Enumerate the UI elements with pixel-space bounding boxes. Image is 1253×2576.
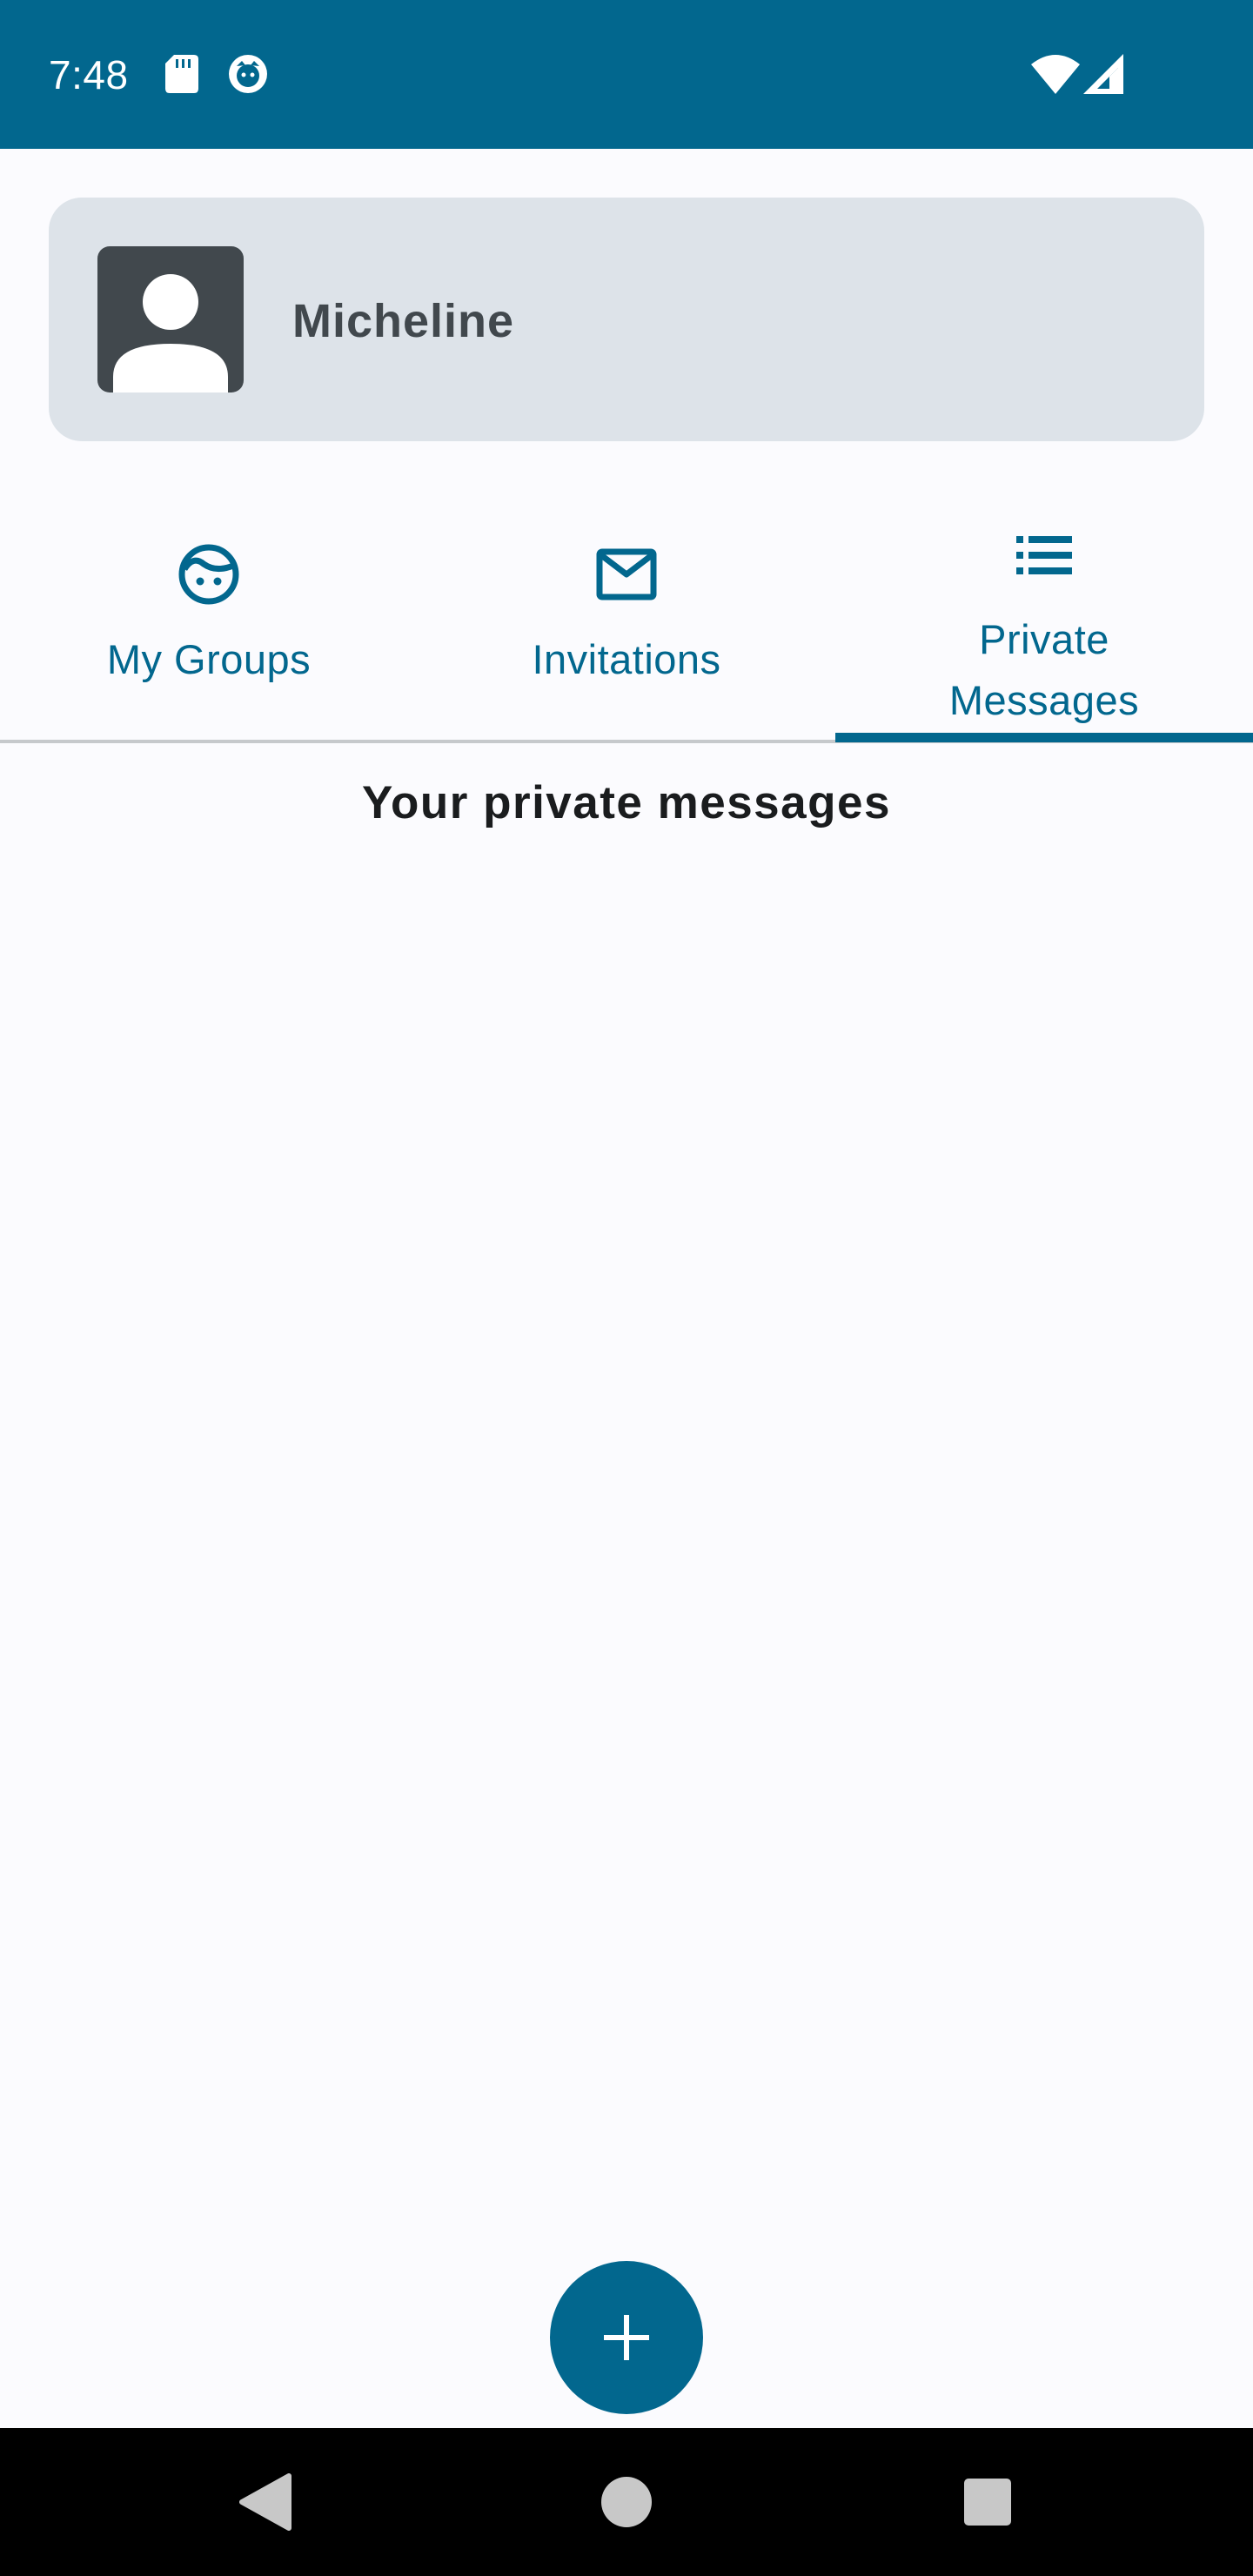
face-icon <box>178 544 239 605</box>
profile-card[interactable]: Micheline <box>49 198 1204 441</box>
signal-icon <box>1083 54 1123 94</box>
page-title: Your private messages <box>362 777 891 828</box>
tab-bar: My Groups Invitations Private Messages <box>0 505 1253 743</box>
home-icon[interactable] <box>600 2476 653 2528</box>
tab-label-line1: Private <box>979 616 1109 662</box>
tab-label-line2: Messages <box>948 677 1140 723</box>
recents-icon[interactable] <box>964 2479 1011 2526</box>
tab-indicator <box>835 733 1253 742</box>
list-icon <box>1016 536 1072 574</box>
status-time: 7:48 <box>49 52 129 97</box>
tab-my-groups[interactable]: My Groups <box>0 505 418 743</box>
notification-app-icon <box>229 55 267 93</box>
navigation-bar <box>0 2428 1253 2576</box>
add-message-button[interactable] <box>550 2261 703 2414</box>
sd-card-icon <box>165 55 198 93</box>
tab-label: Invitations <box>532 636 721 682</box>
tab-private-messages[interactable]: Private Messages <box>835 505 1253 743</box>
wifi-icon <box>1031 55 1080 94</box>
person-icon <box>113 274 228 392</box>
status-bar: 7:48 <box>0 0 1253 149</box>
mail-icon <box>596 548 657 600</box>
tab-label: My Groups <box>106 636 312 682</box>
avatar <box>97 246 244 392</box>
back-icon[interactable] <box>237 2473 292 2531</box>
plus-icon <box>604 2315 649 2360</box>
tab-invitations[interactable]: Invitations <box>418 505 835 743</box>
profile-name: Micheline <box>292 295 515 347</box>
